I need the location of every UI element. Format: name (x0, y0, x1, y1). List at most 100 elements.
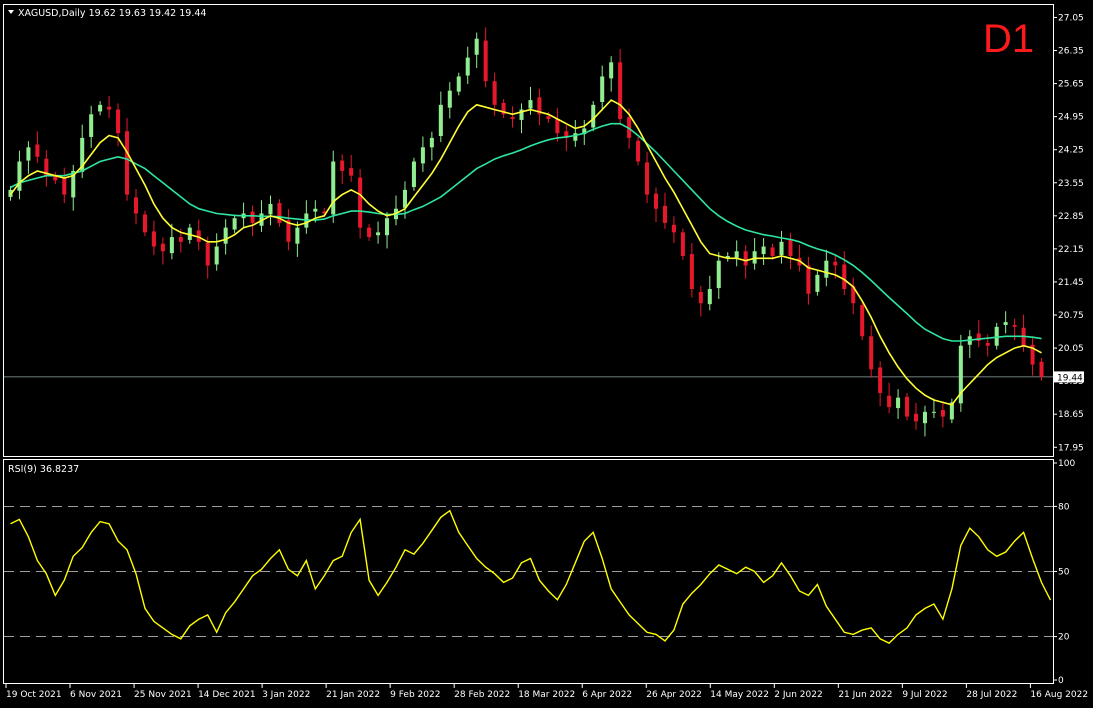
bull-candle (591, 104, 596, 128)
bear-candle (833, 261, 838, 266)
time-tick-label: 21 Jun 2022 (838, 690, 892, 700)
bear-candle (546, 116, 551, 119)
bull-candle (465, 57, 470, 76)
bear-candle (510, 117, 515, 119)
price-tick-label: 24.95 (1058, 113, 1084, 123)
bull-candle (376, 232, 381, 236)
bull-candle (716, 260, 721, 289)
bear-candle (349, 168, 354, 176)
bull-candle (824, 260, 829, 278)
bear-candle (806, 265, 811, 294)
bear-candle (645, 162, 650, 195)
symbol-header: XAGUSD,Daily 19.62 19.63 19.42 19.44 (18, 8, 206, 19)
time-tick-label: 25 Nov 2021 (134, 690, 192, 700)
bear-candle (985, 342, 990, 346)
bear-candle (618, 62, 623, 119)
bear-candle (653, 193, 659, 209)
price-tick-label: 22.85 (1058, 212, 1084, 222)
price-tick-label: 21.45 (1058, 278, 1084, 288)
bull-candle (402, 189, 407, 208)
bull-candle (815, 274, 820, 292)
bull-candle (922, 411, 927, 424)
bear-candle (367, 227, 372, 238)
bull-candle (232, 218, 237, 230)
time-tick-label: 14 May 2022 (710, 690, 769, 700)
time-tick-label: 18 Mar 2022 (518, 690, 575, 700)
price-tick-label: 24.25 (1058, 146, 1084, 156)
rsi-tick-label: 100 (1058, 459, 1075, 469)
bull-candle (429, 137, 434, 148)
current-price-label: 19.44 (1057, 373, 1083, 383)
bull-candle (411, 161, 416, 188)
timeframe-label: D1 (983, 17, 1034, 61)
bear-candle (1039, 361, 1044, 377)
rsi-title: RSI(9) 36.8237 (8, 464, 79, 475)
bull-candle (223, 227, 228, 244)
bull-candle (474, 38, 479, 55)
bull-candle (438, 104, 443, 137)
price-tick-label: 17.95 (1058, 443, 1084, 453)
time-tick-label: 6 Nov 2021 (70, 690, 122, 700)
bear-candle (905, 396, 910, 417)
price-tick-label: 26.35 (1058, 47, 1084, 57)
time-tick-label: 2 Jun 2022 (774, 690, 822, 700)
bull-candle (707, 289, 712, 305)
bear-candle (689, 254, 694, 290)
bull-candle (295, 227, 300, 244)
bear-candle (340, 160, 345, 171)
bull-candle (98, 104, 103, 112)
bear-candle (555, 119, 560, 134)
time-tick-label: 14 Dec 2021 (198, 690, 256, 700)
price-tick-label: 20.05 (1058, 344, 1084, 354)
bull-candle (89, 114, 94, 137)
bull-candle (896, 397, 901, 409)
bear-candle (842, 264, 847, 290)
price-tick-label: 20.75 (1058, 311, 1084, 321)
current-price-tag: 19.44 (1054, 371, 1084, 383)
price-tick-label: 18.65 (1058, 410, 1084, 420)
bear-candle (142, 214, 147, 233)
bear-candle (492, 81, 497, 105)
bear-candle (250, 211, 255, 223)
bull-candle (456, 76, 461, 92)
chart-background (0, 0, 1093, 708)
bear-candle (940, 409, 945, 417)
bull-candle (779, 241, 784, 256)
bull-candle (214, 246, 219, 265)
bull-candle (931, 411, 936, 413)
rsi-tick-label: 80 (1058, 502, 1070, 512)
bear-candle (125, 131, 130, 195)
bear-candle (788, 238, 793, 256)
bull-candle (420, 147, 425, 164)
time-tick-label: 21 Jan 2022 (326, 690, 380, 700)
time-tick-label: 3 Jan 2022 (262, 690, 310, 700)
bear-candle (116, 109, 121, 134)
time-tick-label: 6 Apr 2022 (582, 690, 632, 700)
bear-candle (205, 242, 210, 266)
time-tick-label: 9 Feb 2022 (390, 690, 440, 700)
bull-candle (573, 133, 578, 141)
bear-candle (671, 224, 676, 233)
bull-candle (447, 90, 452, 108)
bear-candle (743, 251, 748, 266)
bear-candle (133, 197, 139, 214)
bear-candle (887, 395, 892, 408)
bear-candle (770, 247, 775, 256)
bear-candle (913, 413, 919, 422)
bear-candle (698, 291, 703, 304)
bear-candle (107, 106, 112, 110)
price-tick-label: 23.55 (1058, 179, 1084, 189)
bear-candle (151, 231, 156, 247)
bear-candle (680, 232, 685, 256)
price-tick-label: 25.65 (1058, 80, 1084, 90)
bull-candle (17, 161, 22, 191)
time-tick-label: 28 Feb 2022 (454, 690, 510, 700)
bear-candle (160, 243, 165, 252)
bull-candle (761, 246, 766, 255)
bull-candle (385, 218, 390, 236)
bull-candle (331, 161, 336, 215)
time-tick-label: 28 Jul 2022 (966, 690, 1017, 700)
bull-candle (734, 251, 739, 258)
time-tick-label: 9 Jul 2022 (902, 690, 947, 700)
bear-candle (878, 367, 883, 393)
